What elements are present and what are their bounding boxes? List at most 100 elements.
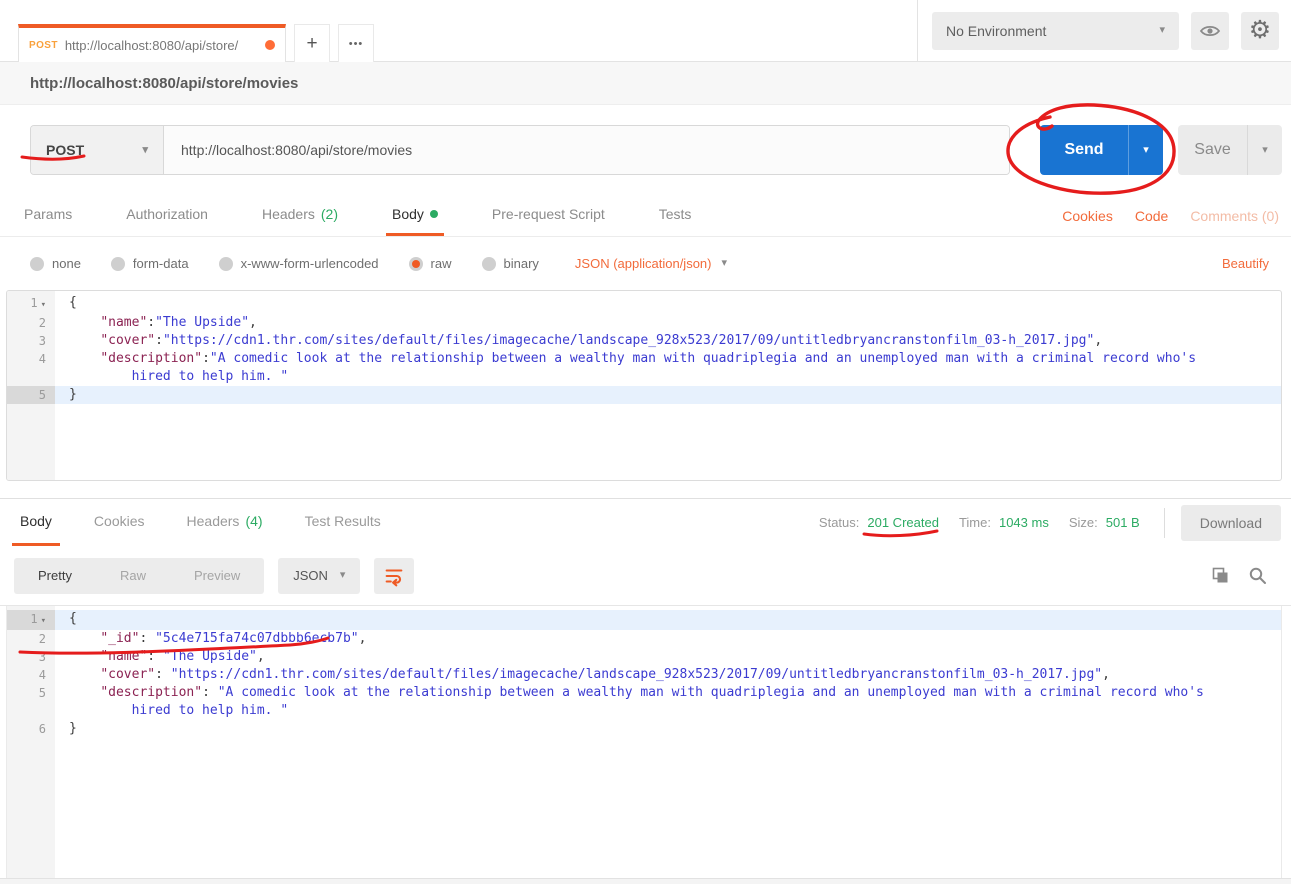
save-split-button: Save ▾ — [1178, 125, 1282, 175]
tab-pre-request-label: Pre-request Script — [492, 206, 605, 222]
response-toolbar: Pretty Raw Preview JSON ▾ — [0, 546, 1291, 605]
content-type-value: JSON (application/json) — [575, 256, 712, 271]
response-meta: Status: 201 Created Time: 1043 ms Size: … — [819, 499, 1281, 546]
title-bar: http://localhost:8080/api/store/movies — [0, 62, 1291, 105]
line-number: 6 — [7, 720, 55, 738]
code-line: "description":"A comedic look at the rel… — [55, 350, 1281, 386]
code-line: "name": "The Upside", — [55, 648, 1281, 666]
line-number: 2 — [7, 630, 55, 648]
cookies-link[interactable]: Cookies — [1062, 208, 1113, 224]
wrap-lines-button[interactable] — [374, 558, 414, 594]
unsaved-dot-icon — [265, 40, 275, 50]
radio-raw[interactable]: raw — [409, 256, 452, 271]
settings-button[interactable]: ⚙ — [1241, 12, 1279, 50]
response-tab-test-results-label: Test Results — [305, 513, 381, 529]
tab-title: http://localhost:8080/api/store/ — [65, 38, 258, 53]
save-options-button[interactable]: ▾ — [1247, 125, 1282, 175]
code-line-row: 1▾{ — [7, 610, 1281, 630]
response-tab-test-results[interactable]: Test Results — [297, 499, 389, 546]
content-type-select[interactable]: JSON (application/json) ▾ — [575, 256, 727, 271]
radio-selected-icon — [409, 257, 423, 271]
wrap-text-icon — [383, 565, 405, 587]
tab-body[interactable]: Body — [386, 195, 444, 236]
view-raw-button[interactable]: Raw — [96, 568, 170, 583]
environment-selected: No Environment — [946, 23, 1046, 39]
environment-select[interactable]: No Environment ▾ — [932, 12, 1179, 50]
radio-icon — [219, 257, 233, 271]
fold-caret-icon[interactable]: ▾ — [41, 300, 46, 310]
chevron-down-icon: ▾ — [721, 258, 727, 269]
method-select[interactable]: POST ▾ — [31, 126, 164, 174]
line-number: 5 — [7, 386, 55, 404]
tab-body-label: Body — [392, 206, 424, 222]
tab-pre-request-script[interactable]: Pre-request Script — [486, 195, 611, 236]
request-tab-strip: POST http://localhost:8080/api/store/ + … — [0, 0, 917, 61]
response-format-value: JSON — [293, 568, 328, 583]
line-number: 3 — [7, 332, 55, 350]
tab-method-label: POST — [29, 40, 58, 51]
code-link[interactable]: Code — [1135, 208, 1168, 224]
response-format-select[interactable]: JSON ▾ — [278, 558, 360, 594]
chevron-down-icon: ▾ — [1143, 145, 1149, 156]
response-headers-count-badge: (4) — [245, 513, 262, 529]
tab-authorization-label: Authorization — [126, 206, 208, 222]
size-value: 501 B — [1106, 515, 1140, 530]
fold-caret-icon[interactable]: ▾ — [41, 616, 46, 626]
chevron-down-icon: ▾ — [340, 570, 346, 581]
copy-button[interactable] — [1211, 566, 1230, 585]
tab-options-button[interactable]: ••• — [338, 24, 374, 62]
view-preview-button[interactable]: Preview — [170, 568, 264, 583]
line-number: 3 — [7, 648, 55, 666]
line-number: 4 — [7, 350, 55, 386]
url-box: POST ▾ http://localhost:8080/api/store/m… — [30, 125, 1010, 175]
code-line-row: 2 "_id": "5c4e715fa74c07dbbb6ecb7b", — [7, 630, 1281, 648]
request-body-editor[interactable]: 1▾{2 "name":"The Upside",3 "cover":"http… — [6, 290, 1282, 481]
code-line-row: 1▾{ — [7, 294, 1281, 314]
request-tabs-row: Params Authorization Headers (2) Body Pr… — [0, 195, 1291, 237]
view-pretty-button[interactable]: Pretty — [14, 568, 96, 583]
response-tab-cookies[interactable]: Cookies — [86, 499, 153, 546]
radio-form-data[interactable]: form-data — [111, 256, 189, 271]
save-button[interactable]: Save — [1178, 125, 1247, 175]
comments-link[interactable]: Comments (0) — [1190, 208, 1279, 224]
radio-binary[interactable]: binary — [482, 256, 539, 271]
environment-area: No Environment ▾ ⚙ — [917, 0, 1291, 61]
response-tab-headers[interactable]: Headers (4) — [179, 499, 271, 546]
response-header: Body Cookies Headers (4) Test Results St… — [0, 498, 1291, 546]
response-tab-body[interactable]: Body — [12, 499, 60, 546]
response-body-viewer[interactable]: 1▾{2 "_id": "5c4e715fa74c07dbbb6ecb7b",3… — [6, 606, 1282, 878]
line-number: 1▾ — [7, 610, 55, 630]
url-input[interactable]: http://localhost:8080/api/store/movies — [164, 126, 1009, 174]
tab-tests[interactable]: Tests — [653, 195, 698, 236]
headers-count-badge: (2) — [321, 206, 338, 222]
response-tab-cookies-label: Cookies — [94, 513, 145, 529]
response-editor-wrap: 1▾{2 "_id": "5c4e715fa74c07dbbb6ecb7b",3… — [0, 605, 1291, 878]
radio-icon — [482, 257, 496, 271]
send-split-button: Send ▾ — [1040, 125, 1163, 175]
radio-urlencoded[interactable]: x-www-form-urlencoded — [219, 256, 379, 271]
new-tab-button[interactable]: + — [294, 24, 330, 62]
url-value: http://localhost:8080/api/store/movies — [181, 142, 412, 158]
code-line: "name":"The Upside", — [55, 314, 1281, 332]
radio-none[interactable]: none — [30, 256, 81, 271]
response-view-switch: Pretty Raw Preview — [14, 558, 264, 594]
tab-authorization[interactable]: Authorization — [120, 195, 214, 236]
request-tabs-links: Cookies Code Comments (0) — [1062, 195, 1279, 236]
environment-quicklook-button[interactable] — [1191, 12, 1229, 50]
line-number: 2 — [7, 314, 55, 332]
request-tab[interactable]: POST http://localhost:8080/api/store/ — [18, 24, 286, 62]
code-line: "description": "A comedic look at the re… — [55, 684, 1281, 720]
line-number: 1▾ — [7, 294, 55, 314]
response-tab-headers-label: Headers — [187, 513, 240, 529]
beautify-link[interactable]: Beautify — [1222, 256, 1269, 271]
send-button[interactable]: Send — [1040, 125, 1128, 175]
send-options-button[interactable]: ▾ — [1128, 125, 1163, 175]
tab-headers[interactable]: Headers (2) — [256, 195, 344, 236]
search-button[interactable] — [1248, 566, 1267, 585]
horizontal-scrollbar[interactable] — [0, 878, 1291, 884]
tab-tests-label: Tests — [659, 206, 692, 222]
code-line-row: 5} — [7, 386, 1281, 404]
top-bar: POST http://localhost:8080/api/store/ + … — [0, 0, 1291, 62]
tab-params[interactable]: Params — [18, 195, 78, 236]
download-button[interactable]: Download — [1181, 505, 1281, 541]
